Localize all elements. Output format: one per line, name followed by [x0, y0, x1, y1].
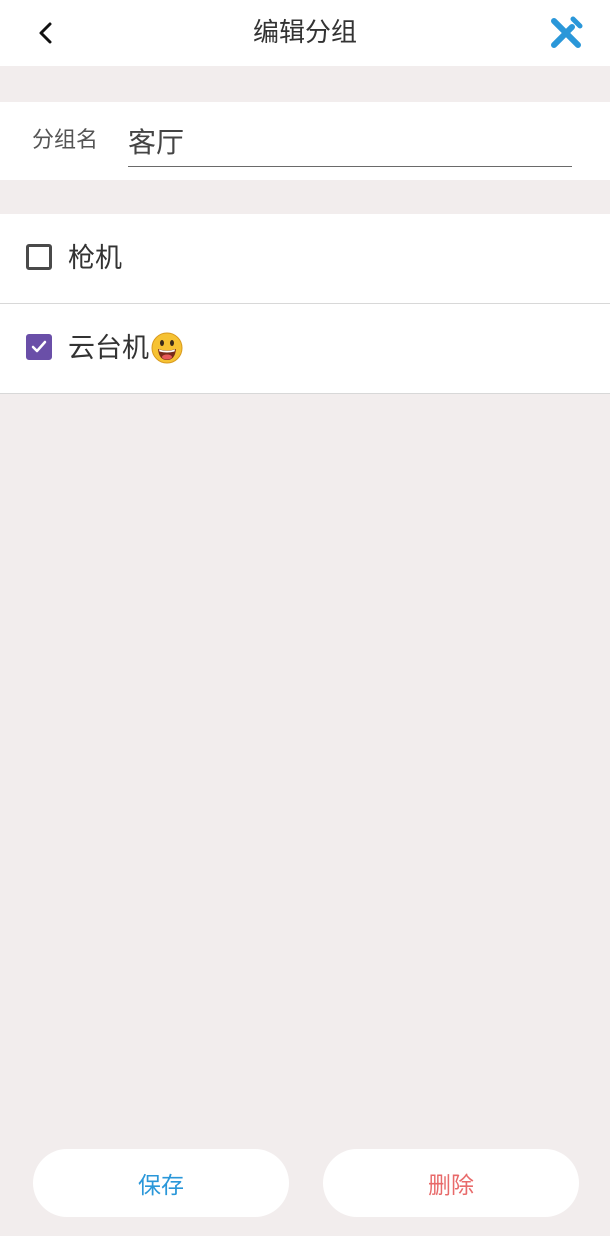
group-name-input[interactable] [128, 116, 572, 167]
device-item-ptz-camera[interactable]: 云台机 [0, 304, 610, 394]
device-label: 云台机 [68, 333, 149, 364]
page-title: 编辑分组 [252, 18, 357, 48]
device-label: 枪机 [68, 243, 122, 274]
device-list: 枪机 云台机 [0, 214, 610, 394]
grinning-face-icon [151, 332, 183, 363]
check-icon [31, 340, 47, 353]
device-item-gun-camera[interactable]: 枪机 [0, 214, 610, 304]
save-button[interactable]: 保存 [33, 1149, 289, 1217]
group-name-label: 分组名 [32, 128, 99, 153]
tools-button[interactable] [544, 12, 588, 54]
device-checkbox-unchecked[interactable] [26, 244, 52, 270]
device-label-row: 云台机 [68, 304, 183, 393]
device-checkbox-checked[interactable] [26, 334, 52, 360]
app-header: 编辑分组 [0, 0, 610, 66]
tools-icon [551, 16, 583, 48]
delete-button[interactable]: 删除 [323, 1149, 579, 1217]
group-name-section: 分组名 [0, 102, 610, 180]
